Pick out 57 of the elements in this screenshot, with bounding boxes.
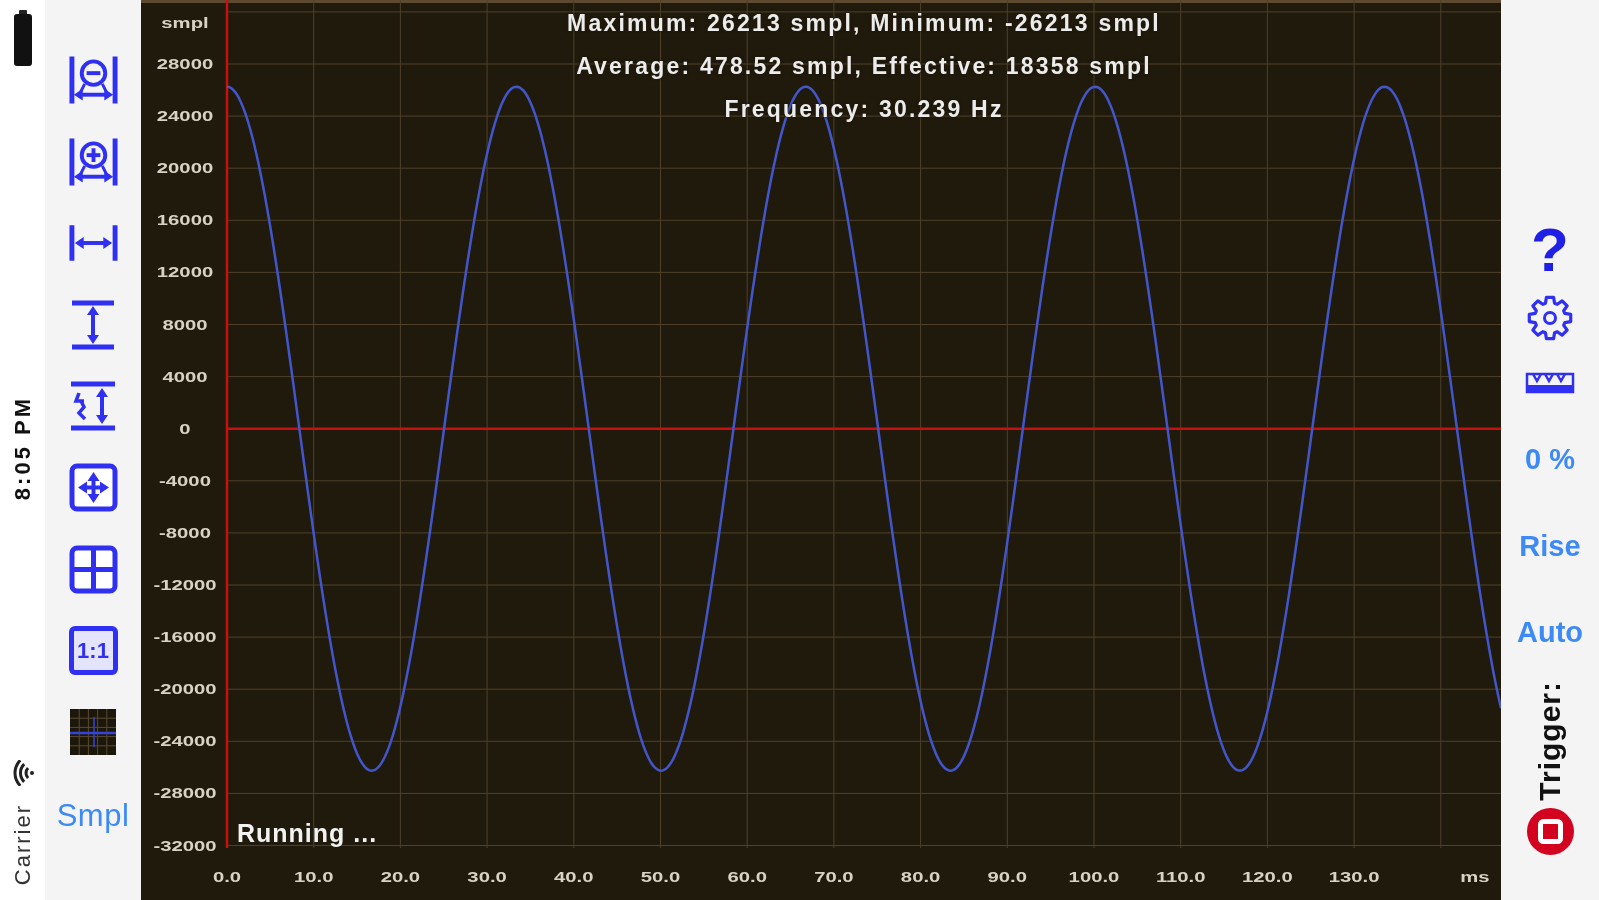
scope-thumbnail-icon[interactable] <box>70 709 116 755</box>
ruler-icon[interactable] <box>1525 372 1575 394</box>
trigger-level-button[interactable]: 0 % <box>1525 439 1575 479</box>
x-axis-label: 50.0 <box>640 869 681 886</box>
x-axis-label: 130.0 <box>1328 869 1380 886</box>
x-axis-label: 80.0 <box>900 869 941 886</box>
x-axis-label: 70.0 <box>814 869 854 886</box>
move-arrows-icon[interactable] <box>68 463 118 512</box>
x-axis-label: 0.0 <box>212 869 242 886</box>
zoom-out-icon[interactable] <box>67 54 119 106</box>
x-axis-label: 90.0 <box>987 869 1028 886</box>
help-button[interactable]: ? <box>1531 224 1569 276</box>
x-axis-label: 110.0 <box>1155 869 1206 886</box>
y-axis-label: 0 <box>179 420 191 437</box>
y-axis-label: -32000 <box>153 837 217 854</box>
x-axis-label: 40.0 <box>554 869 594 886</box>
x-unit-label: ms <box>1460 869 1490 886</box>
y-axis-label: 28000 <box>156 56 214 73</box>
measurement-text: Average: 478.52 smpl, Effective: 18358 smpl <box>576 52 1152 81</box>
y-axis-label: -24000 <box>153 733 217 750</box>
x-axis-label: 100.0 <box>1068 869 1120 886</box>
x-axis-label: 120.0 <box>1242 869 1293 886</box>
settings-icon[interactable] <box>1526 294 1574 342</box>
trigger-mode-button[interactable]: Auto <box>1517 612 1583 652</box>
y-axis-label: 12000 <box>156 264 214 281</box>
x-axis-label: 20.0 <box>380 869 421 886</box>
y-axis-label: 4000 <box>162 368 208 385</box>
y-axis-label: -4000 <box>159 472 211 489</box>
y-unit-label: smpl <box>161 15 209 32</box>
horizontal-arrows-icon[interactable] <box>67 223 119 263</box>
status-time: 8:05 PM <box>9 396 36 501</box>
wifi-icon <box>11 760 34 787</box>
vertical-arrows-icon[interactable] <box>70 299 116 350</box>
vertical-autoscale-icon[interactable] <box>69 381 117 431</box>
zoom-in-icon[interactable] <box>67 135 119 188</box>
y-axis-label: -20000 <box>153 681 217 698</box>
stop-icon[interactable] <box>1526 807 1574 855</box>
unit-button[interactable]: Smpl <box>56 795 130 836</box>
carrier-name: Carrier <box>9 804 36 886</box>
x-axis-label: 60.0 <box>727 869 767 886</box>
trigger-edge-button[interactable]: Rise <box>1519 526 1581 566</box>
status-text: Running ... <box>237 818 378 849</box>
grid-icon[interactable] <box>68 544 118 594</box>
y-axis-label: 8000 <box>162 316 208 333</box>
measurement-text: Maximum: 26213 smpl, Minimum: -26213 smpl <box>567 9 1161 38</box>
y-axis-label: -28000 <box>153 785 217 802</box>
y-axis-label: 16000 <box>156 212 214 229</box>
trigger-label: Trigger: <box>1533 681 1567 801</box>
x-axis-label: 10.0 <box>293 869 334 886</box>
battery-icon <box>12 10 33 66</box>
x-axis-label: 30.0 <box>467 869 507 886</box>
y-axis-label: 20000 <box>156 160 214 177</box>
y-axis-label: -8000 <box>159 525 211 542</box>
y-axis-label: -16000 <box>153 629 217 646</box>
y-axis-label: 24000 <box>156 108 214 125</box>
aspect-ratio-button[interactable]: 1:1 <box>68 626 118 675</box>
y-axis-label: -12000 <box>153 577 217 594</box>
